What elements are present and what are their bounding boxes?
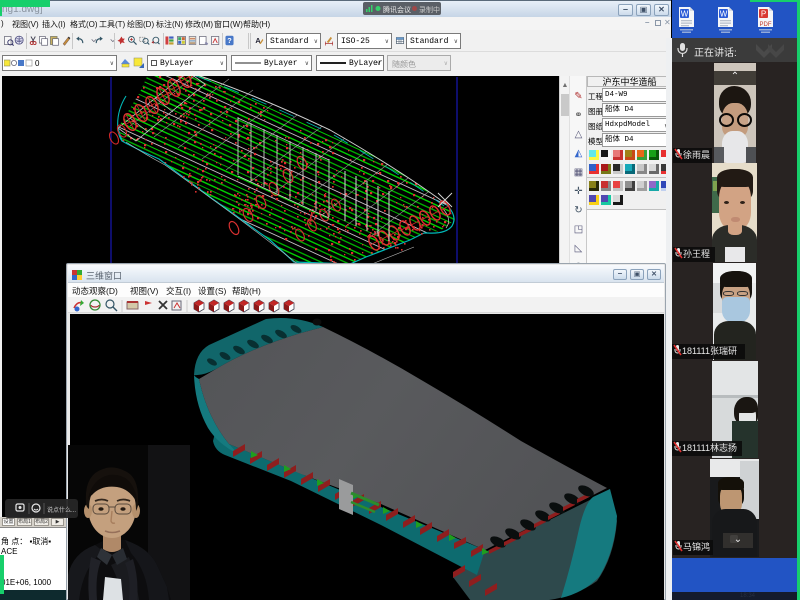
svg-text:P: P [761, 10, 766, 19]
svg-text:PDF: PDF [760, 22, 772, 28]
svg-text:?: ? [227, 36, 232, 45]
svg-text:W: W [681, 10, 689, 19]
svg-text:W: W [720, 10, 728, 19]
